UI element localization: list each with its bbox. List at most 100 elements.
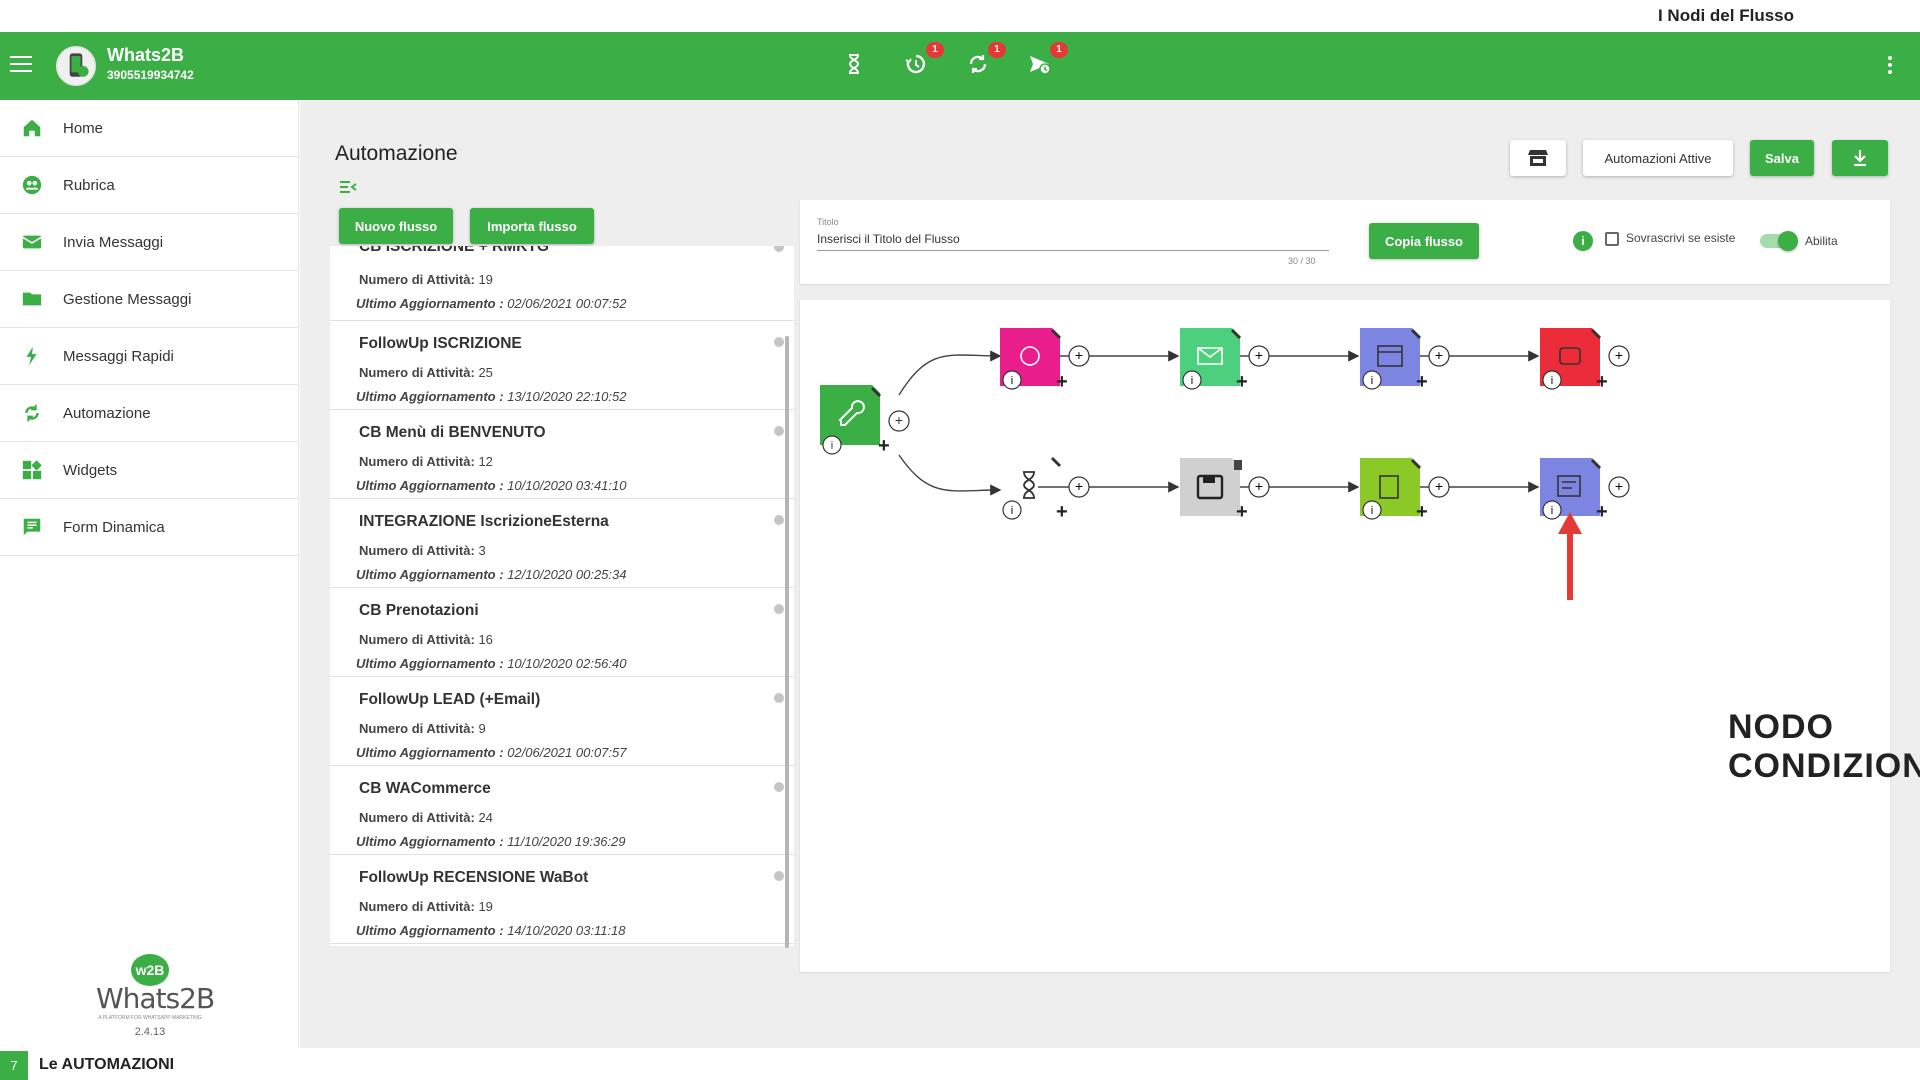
collapse-list-icon[interactable] (339, 180, 357, 194)
sync-badge: 1 (988, 42, 1006, 58)
sidebar-item-widgets[interactable]: Widgets (0, 442, 298, 499)
app-phone: 3905519934742 (107, 68, 194, 82)
data-node[interactable]: + i + (1360, 458, 1450, 523)
ai-node[interactable]: + i + (1000, 328, 1090, 393)
status-dot (774, 337, 784, 347)
history-badge: 1 (926, 42, 944, 58)
svg-text:i: i (1011, 375, 1013, 387)
sync-icon (21, 402, 43, 424)
sidebar-item-form-dinamica[interactable]: Form Dinamica (0, 499, 298, 556)
svg-text:+: + (1416, 371, 1428, 393)
avatar[interactable] (56, 46, 96, 86)
calendar-node[interactable]: + i + (1360, 328, 1450, 393)
svg-text:+: + (1236, 371, 1248, 393)
title-field-label: Titolo (817, 217, 839, 227)
conditions-node[interactable]: + i + (1540, 458, 1630, 523)
svg-text:+: + (1056, 501, 1068, 523)
home-icon (21, 117, 43, 139)
sidebar-item-label: Widgets (63, 461, 118, 479)
sidebar-item-label: Messaggi Rapidi (63, 347, 174, 365)
flow-header-panel: Titolo 30 / 30 Copia flusso i Sovrascriv… (800, 200, 1890, 284)
add-branch-icon: + (878, 435, 890, 457)
flow-list-item[interactable]: CB Prenotazioni Numero di Attività: 16 U… (330, 588, 794, 677)
status-dot (774, 604, 784, 614)
hourglass-icon (1023, 471, 1035, 499)
svg-text:+: + (1596, 371, 1608, 393)
copy-flow-button[interactable]: Copia flusso (1369, 223, 1479, 259)
save-button[interactable]: Salva (1750, 140, 1814, 176)
scheduled-send-icon[interactable]: 1 (1028, 42, 1068, 78)
sidebar-item-label: Gestione Messaggi (63, 290, 192, 308)
delete-icon (1234, 460, 1242, 470)
sync-icon[interactable]: 1 (966, 42, 1006, 78)
svg-text:i: i (1371, 505, 1373, 517)
svg-text:+: + (1615, 347, 1623, 363)
annotation-label: NODO CONDIZIONI (1728, 708, 1920, 785)
svg-text:i: i (831, 440, 833, 452)
flow-canvas[interactable]: + i + + i + + i + + i + + i + + i + + + … (800, 300, 1890, 972)
flow-list-item[interactable]: FollowUp ISCRIZIONE Numero di Attività: … (330, 321, 794, 410)
sidebar-item-label: Automazione (63, 404, 151, 422)
hourglass-icon[interactable] (842, 52, 866, 78)
title-char-counter: 30 / 30 (1288, 256, 1316, 266)
download-button[interactable] (1832, 140, 1888, 176)
whats2b-logo: w2B Whats2B A PLATFORM FOR WHATSAPP MARK… (96, 954, 215, 1021)
svg-text:+: + (1435, 478, 1443, 494)
flow-list-item[interactable]: CB WACommerce Numero di Attività: 24 Ult… (330, 766, 794, 855)
trigger-node[interactable]: + i + (820, 385, 910, 457)
overwrite-checkbox[interactable] (1605, 232, 1619, 246)
scheduled-badge: 1 (1050, 42, 1068, 58)
connector (898, 454, 1002, 496)
new-flow-button[interactable]: Nuovo flusso (339, 208, 453, 244)
flow-list-item[interactable]: CB Menù di BENVENUTO Numero di Attività:… (330, 410, 794, 499)
svg-text:+: + (1056, 371, 1068, 393)
page-title: Automazione (335, 142, 458, 165)
status-dot (774, 246, 784, 252)
more-menu-icon[interactable] (1888, 56, 1894, 76)
svg-text:+: + (895, 412, 903, 428)
svg-text:+: + (1435, 347, 1443, 363)
sidebar-item-label: Form Dinamica (63, 518, 165, 536)
svg-text:i: i (1011, 505, 1013, 517)
import-flow-button[interactable]: Importa flusso (470, 208, 594, 244)
robot-node[interactable]: + i + (1540, 328, 1630, 393)
connector (898, 350, 1002, 396)
svg-text:+: + (1236, 501, 1248, 523)
save-node[interactable]: + + (1180, 458, 1270, 523)
annotation-arrow (1558, 512, 1582, 600)
flow-list-item[interactable]: CB ISCRIZIONE + RMKTG Numero di Attività… (330, 246, 794, 321)
status-dot (774, 782, 784, 792)
flow-list-scrollbar[interactable] (785, 336, 789, 948)
svg-text:+: + (1416, 501, 1428, 523)
sidebar-item-automazione[interactable]: Automazione (0, 385, 298, 442)
email-node[interactable]: + i + (1180, 328, 1270, 393)
slide-section: Le AUTOMAZIONI (39, 1056, 175, 1073)
delay-node[interactable]: + i + (1002, 456, 1090, 523)
flow-list-item[interactable]: INTEGRAZIONE IscrizioneEsterna Numero di… (330, 499, 794, 588)
store-button[interactable] (1510, 140, 1566, 176)
status-dot (774, 693, 784, 703)
sidebar-item-messaggi-rapidi[interactable]: Messaggi Rapidi (0, 328, 298, 385)
svg-text:+: + (1075, 478, 1083, 494)
history-icon[interactable]: 1 (904, 42, 944, 78)
menu-icon[interactable] (10, 56, 32, 74)
folder-icon (21, 288, 43, 310)
enable-toggle[interactable] (1760, 231, 1798, 251)
bolt-icon (21, 345, 43, 367)
info-icon[interactable]: i (1573, 231, 1593, 251)
sidebar-item-gestione-messaggi[interactable]: Gestione Messaggi (0, 271, 298, 328)
widgets-icon (21, 459, 43, 481)
svg-text:i: i (1551, 505, 1553, 517)
mail-icon (21, 231, 43, 253)
active-automations-button[interactable]: Automazioni Attive (1583, 140, 1733, 176)
svg-text:i: i (1551, 375, 1553, 387)
flow-list-item[interactable]: FollowUp RECENSIONE WaBot Numero di Atti… (330, 855, 794, 944)
enable-label: Abilita (1805, 234, 1838, 248)
sidebar-item-invia-messaggi[interactable]: Invia Messaggi (0, 214, 298, 271)
flow-list-item[interactable]: FollowUp LEAD (+Email) Numero di Attivit… (330, 677, 794, 766)
svg-text:+: + (1615, 478, 1623, 494)
svg-text:+: + (1075, 347, 1083, 363)
sidebar-item-home[interactable]: Home (0, 100, 298, 157)
sidebar-item-rubrica[interactable]: Rubrica (0, 157, 298, 214)
flow-title-input[interactable] (817, 232, 1329, 251)
